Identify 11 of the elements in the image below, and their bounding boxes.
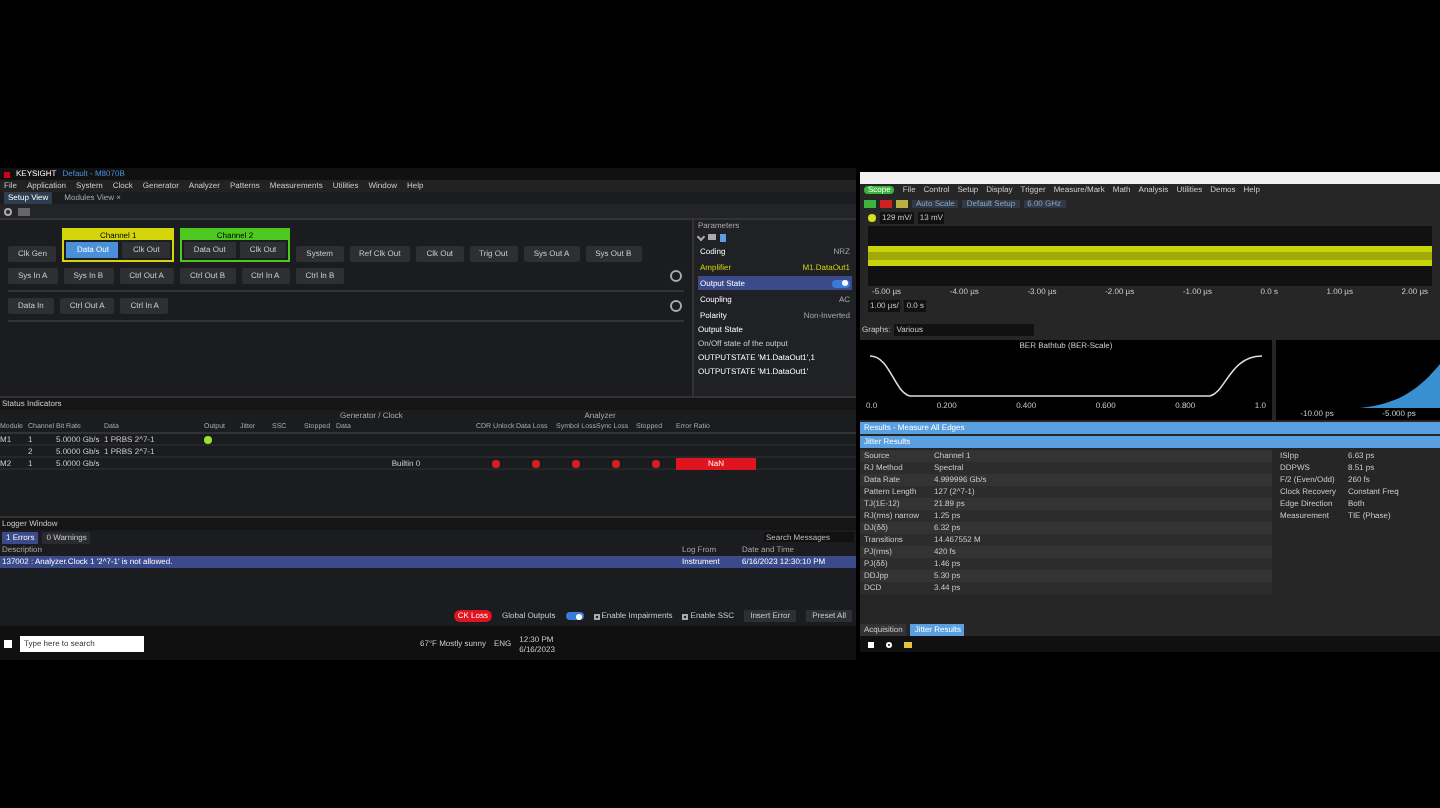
toggle-switch[interactable] <box>832 279 850 287</box>
logo-icon <box>4 171 10 177</box>
channel-icon[interactable] <box>868 214 876 222</box>
disable-icon[interactable] <box>670 270 682 282</box>
checkbox[interactable] <box>593 613 600 619</box>
checkbox[interactable] <box>682 613 689 619</box>
collapse-icon[interactable] <box>696 232 706 242</box>
histogram-shape <box>1360 364 1440 408</box>
disable-icon[interactable] <box>670 300 682 312</box>
search-icon[interactable] <box>4 207 12 215</box>
toggle-switch[interactable] <box>565 612 584 620</box>
